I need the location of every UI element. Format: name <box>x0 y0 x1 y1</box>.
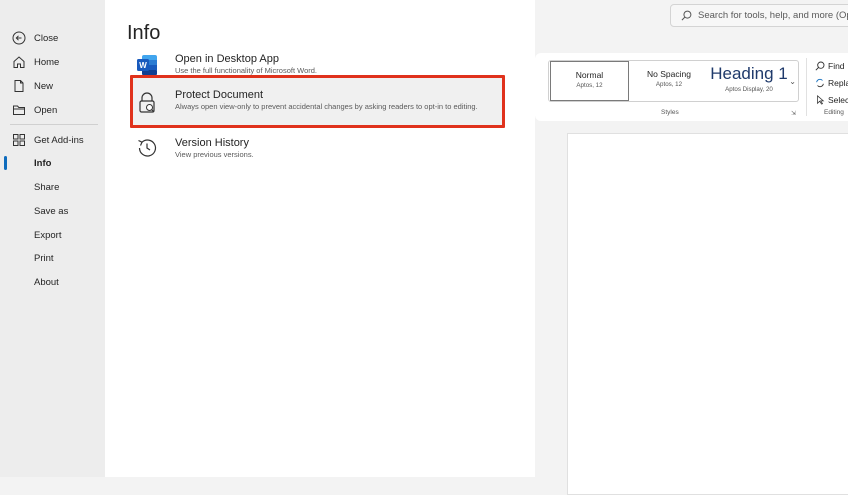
back-arrow-icon <box>12 31 26 45</box>
ribbon-divider <box>806 58 807 116</box>
search-icon <box>815 61 825 71</box>
version-history[interactable]: Version History View previous versions. <box>127 136 507 166</box>
version-history-desc: View previous versions. <box>175 150 254 159</box>
dialog-launcher-icon[interactable]: ⇲ <box>791 110 796 117</box>
nav-about-label: About <box>34 276 59 288</box>
nav-share[interactable]: Share <box>0 177 105 197</box>
open-in-desktop-app-title: Open in Desktop App <box>175 53 279 65</box>
nav-home-label: Home <box>34 56 60 68</box>
nav-share-label: Share <box>34 181 60 193</box>
style-normal-name: Normal <box>575 70 604 80</box>
active-indicator <box>4 156 7 170</box>
nav-about[interactable]: About <box>0 272 105 292</box>
add-ins-icon <box>13 134 25 146</box>
replace-icon <box>816 78 824 88</box>
select-label: Selec <box>828 95 848 105</box>
nav-close-label: Close <box>34 32 59 44</box>
page-title: Info <box>127 22 161 44</box>
chevron-down-icon[interactable]: ⌄ <box>789 77 796 86</box>
find-button[interactable]: Find <box>815 61 845 71</box>
style-no-spacing-font: Aptos, 12 <box>655 81 683 88</box>
search-box[interactable]: Search for tools, help, and more (Op <box>670 4 848 27</box>
nav-print-label: Print <box>34 252 54 264</box>
search-placeholder: Search for tools, help, and more (Op <box>698 10 848 21</box>
nav-save-as[interactable]: Save as <box>0 201 105 221</box>
protect-document-desc: Always open view-only to prevent acciden… <box>175 102 478 111</box>
style-no-spacing-name: No Spacing <box>647 69 691 79</box>
home-icon <box>13 56 25 68</box>
nav-divider <box>10 124 98 125</box>
styles-group-label: Styles <box>661 109 679 116</box>
protect-document[interactable]: Protect Document Always open view-only t… <box>127 86 507 126</box>
find-label: Find <box>828 61 845 71</box>
history-icon <box>138 139 157 157</box>
nav-close[interactable]: Close <box>0 28 105 48</box>
style-heading-1-name: Heading 1 <box>710 64 788 83</box>
lock-icon <box>139 92 155 113</box>
folder-icon <box>13 105 25 115</box>
nav-info[interactable]: Info <box>0 153 105 173</box>
search-icon <box>681 10 692 21</box>
protect-document-title: Protect Document <box>175 89 264 101</box>
nav-export[interactable]: Export <box>0 225 105 245</box>
style-no-spacing[interactable]: No Spacing Aptos, 12 <box>629 61 709 101</box>
nav-save-as-label: Save as <box>34 205 69 217</box>
word-app-icon: W <box>137 55 157 75</box>
backstage-main: Info W Open in Desktop App Use the full … <box>105 0 535 477</box>
style-normal[interactable]: Normal Aptos, 12 <box>550 61 629 101</box>
select-button[interactable]: Selec <box>815 95 848 105</box>
nav-open-label: Open <box>34 104 58 116</box>
styles-gallery: Normal Aptos, 12 No Spacing Aptos, 12 He… <box>548 60 799 102</box>
nav-home[interactable]: Home <box>0 52 105 72</box>
nav-print[interactable]: Print <box>0 248 105 268</box>
nav-new[interactable]: New <box>0 76 105 96</box>
svg-text:W: W <box>139 61 147 70</box>
nav-new-label: New <box>34 80 54 92</box>
nav-export-label: Export <box>34 229 62 241</box>
nav-get-add-ins-label: Get Add-ins <box>34 134 84 146</box>
version-history-title: Version History <box>175 137 249 149</box>
style-heading-1-font: Aptos Display, 20 <box>725 86 773 93</box>
nav-open[interactable]: Open <box>0 100 105 120</box>
style-normal-font: Aptos, 12 <box>576 82 603 89</box>
nav-info-label: Info <box>34 157 52 169</box>
editing-group-label: Editing <box>824 109 844 116</box>
backstage-nav: Close Home New Open Get Add-ins Info Sha… <box>0 0 105 477</box>
nav-get-add-ins[interactable]: Get Add-ins <box>0 130 105 150</box>
replace-label: Repla <box>828 78 848 88</box>
replace-button[interactable]: Repla <box>815 78 848 88</box>
document-page[interactable] <box>567 133 848 495</box>
style-heading-1[interactable]: Heading 1 Aptos Display, 20 <box>709 61 789 101</box>
cursor-icon <box>817 95 825 105</box>
new-document-icon <box>14 80 24 92</box>
